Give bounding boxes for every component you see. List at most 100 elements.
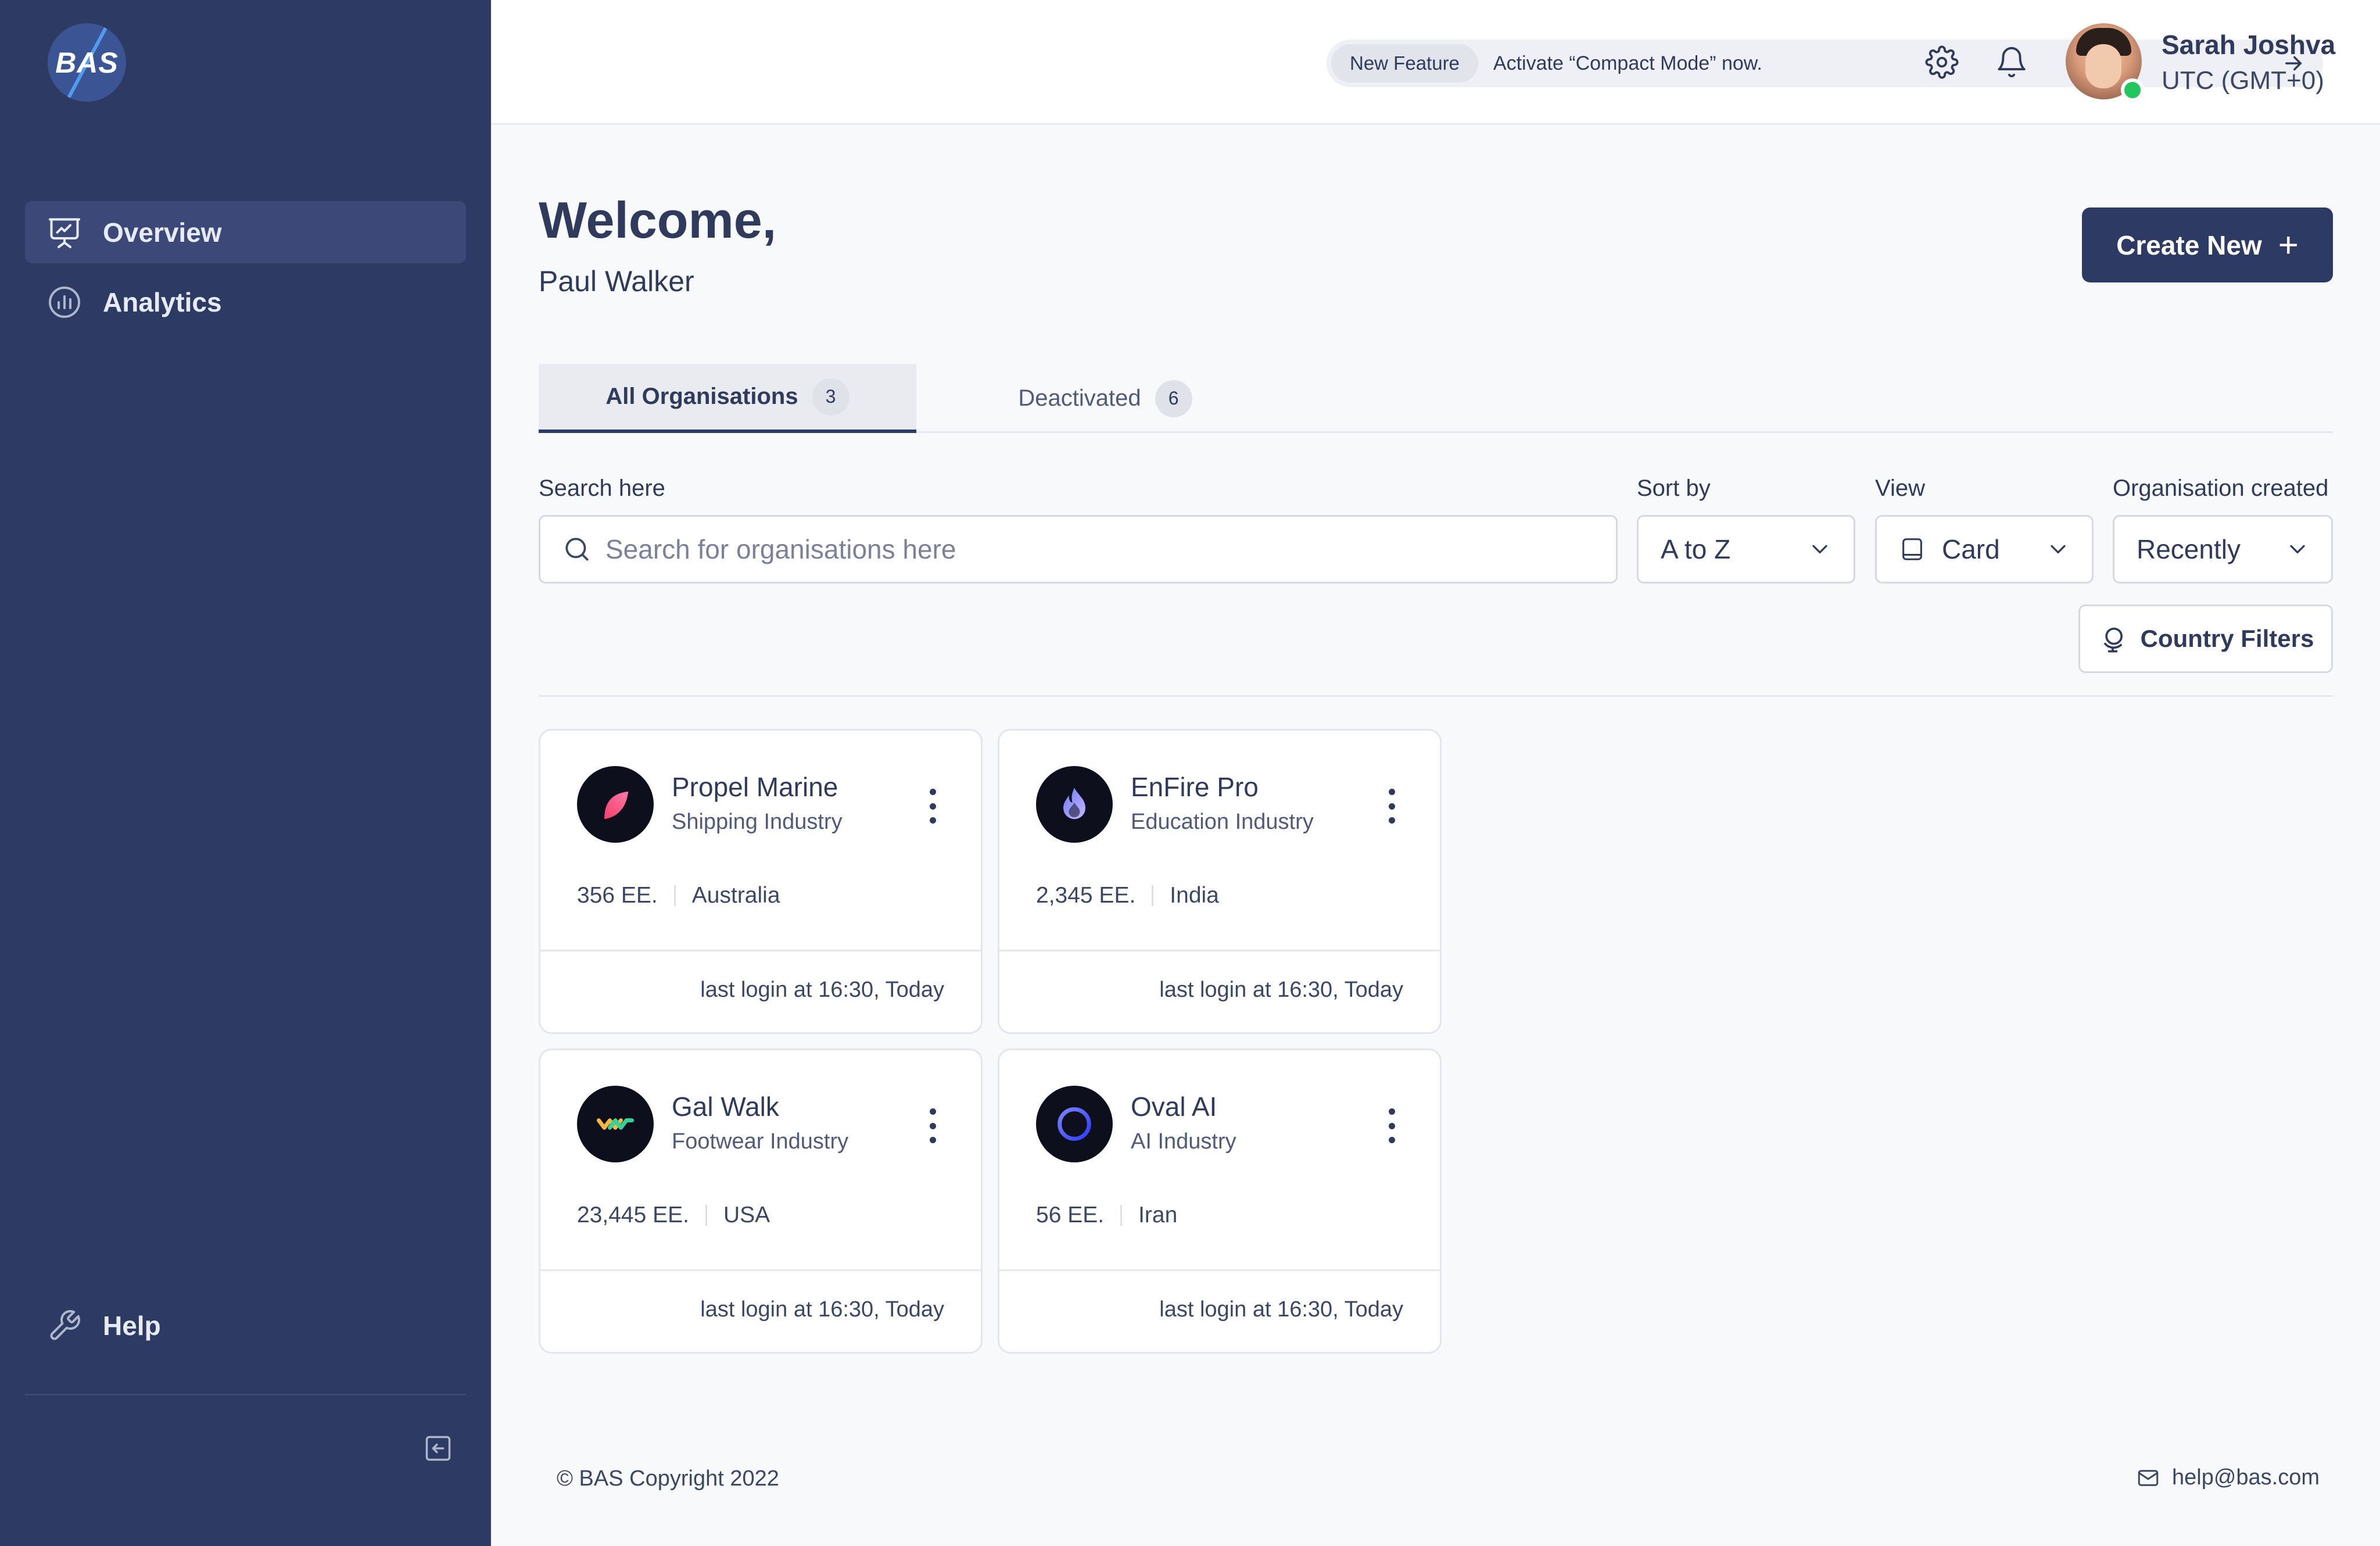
copyright-text: © BAS Copyright 2022: [557, 1466, 779, 1491]
organisation-name: Gal Walk: [672, 1091, 779, 1122]
sidebar-item-overview[interactable]: Overview: [25, 201, 466, 263]
organisation-meta: 2,345 EE. India: [1036, 883, 1219, 908]
bell-icon[interactable]: [1995, 45, 2028, 79]
tab-count-badge: 6: [1155, 380, 1192, 417]
employee-count: 56 EE.: [1036, 1203, 1105, 1228]
organisation-industry: Footwear Industry: [672, 1129, 849, 1154]
view-label: View: [1875, 475, 1925, 501]
plus-icon: +: [2278, 225, 2299, 264]
meta-separator: [705, 1205, 707, 1226]
collapse-sidebar-icon[interactable]: [422, 1433, 454, 1464]
search-icon: [565, 538, 589, 561]
tab-label: All Organisations: [605, 384, 798, 409]
organisation-industry: Shipping Industry: [672, 810, 843, 834]
new-feature-badge: New Feature: [1331, 44, 1478, 83]
organisation-card[interactable]: Gal Walk Footwear Industry 23,445 EE. US…: [539, 1048, 983, 1354]
sidebar-item-analytics[interactable]: Analytics: [25, 271, 466, 333]
organisation-industry: Education Industry: [1131, 810, 1314, 834]
more-options-icon[interactable]: [924, 789, 941, 824]
sidebar-item-label: Help: [103, 1310, 161, 1341]
bas-logo[interactable]: BAS: [48, 23, 126, 102]
sidebar: BAS Overview Analytics Help: [0, 0, 491, 1546]
propel-marine-logo: [577, 766, 654, 843]
last-login: last login at 16:30, Today: [700, 1297, 944, 1322]
user-name: Sarah Joshva: [2162, 30, 2336, 60]
chevron-down-icon: [1807, 536, 1833, 562]
online-status-dot: [2121, 78, 2144, 102]
chart-circle-icon: [46, 284, 83, 321]
globe-icon: [2103, 627, 2123, 653]
wrench-icon: [46, 1307, 83, 1344]
organisation-meta: 356 EE. Australia: [577, 883, 780, 908]
organisation-card[interactable]: EnFire Pro Education Industry 2,345 EE. …: [998, 729, 1442, 1034]
view-select[interactable]: Card: [1875, 515, 2094, 584]
logo-text: BAS: [55, 46, 119, 79]
organisation-card[interactable]: Oval AI AI Industry 56 EE. Iran last log…: [998, 1048, 1442, 1354]
new-feature-text: Activate “Compact Mode” now.: [1493, 52, 1762, 74]
chevron-down-icon: [2285, 536, 2310, 562]
mail-icon: [2138, 1469, 2159, 1486]
filters-divider: [539, 695, 2333, 697]
enfire-pro-logo: [1036, 766, 1113, 843]
organisation-meta: 23,445 EE. USA: [577, 1203, 770, 1228]
meta-separator: [673, 885, 676, 906]
card-divider: [999, 1269, 1440, 1271]
meta-separator: [1152, 885, 1154, 906]
avatar-face: [2085, 44, 2121, 88]
search-label: Search here: [539, 475, 665, 501]
organisation-country: Iran: [1138, 1203, 1178, 1228]
presentation-board-icon: [46, 214, 83, 251]
tab-deactivated[interactable]: Deactivated 6: [916, 364, 1294, 433]
organisation-meta: 56 EE. Iran: [1036, 1203, 1177, 1228]
search-input[interactable]: Search for organisations here: [539, 515, 1618, 584]
organisation-country: Australia: [691, 883, 780, 908]
organisation-country: India: [1170, 883, 1219, 908]
more-options-icon[interactable]: [1383, 1108, 1400, 1143]
page-title: Welcome,: [539, 191, 777, 249]
organisation-created-value: Recently: [2137, 534, 2241, 564]
search-placeholder: Search for organisations here: [605, 534, 956, 564]
more-options-icon[interactable]: [924, 1108, 941, 1143]
sidebar-item-label: Overview: [103, 217, 222, 248]
sort-value: A to Z: [1661, 534, 1731, 564]
welcome-user-name: Paul Walker: [539, 265, 694, 298]
gal-walk-logo: [577, 1086, 654, 1162]
more-options-icon[interactable]: [1383, 789, 1400, 824]
sidebar-item-help[interactable]: Help: [25, 1294, 466, 1357]
top-header: New Feature Activate “Compact Mode” now.: [491, 0, 2380, 125]
organisation-created-select[interactable]: Recently: [2113, 515, 2333, 584]
employee-count: 23,445 EE.: [577, 1203, 689, 1228]
view-value: Card: [1942, 534, 2000, 564]
sort-label: Sort by: [1637, 475, 1711, 501]
help-email: help@bas.com: [2172, 1465, 2320, 1490]
sort-select[interactable]: A to Z: [1637, 515, 1855, 584]
last-login: last login at 16:30, Today: [1159, 1297, 1403, 1322]
user-timezone: UTC (GMT+0): [2162, 66, 2324, 95]
last-login: last login at 16:30, Today: [700, 978, 944, 1002]
organisation-created-label: Organisation created: [2113, 475, 2329, 501]
tab-count-badge: 3: [812, 378, 850, 416]
country-filters-button[interactable]: Country Filters: [2078, 604, 2333, 673]
card-view-icon: [1902, 538, 1922, 560]
card-divider: [999, 950, 1440, 951]
organisation-card[interactable]: Propel Marine Shipping Industry 356 EE. …: [539, 729, 983, 1034]
last-login: last login at 16:30, Today: [1159, 978, 1403, 1002]
sidebar-divider: [25, 1394, 466, 1395]
country-filters-label: Country Filters: [2140, 625, 2314, 652]
organisation-name: Propel Marine: [672, 772, 838, 802]
employee-count: 2,345 EE.: [1036, 883, 1136, 908]
create-new-button[interactable]: Create New +: [2082, 207, 2333, 282]
organisation-name: EnFire Pro: [1131, 772, 1259, 802]
meta-separator: [1120, 1205, 1123, 1226]
sidebar-item-label: Analytics: [103, 287, 222, 317]
card-divider: [540, 950, 981, 951]
card-divider: [540, 1269, 981, 1271]
help-email-link[interactable]: help@bas.com: [2136, 1465, 2320, 1490]
oval-ai-logo: [1036, 1086, 1113, 1162]
tab-all-organisations[interactable]: All Organisations 3: [539, 364, 916, 433]
employee-count: 356 EE.: [577, 883, 658, 908]
create-new-label: Create New: [2116, 230, 2262, 260]
chevron-down-icon: [2045, 536, 2071, 562]
tab-label: Deactivated: [1018, 385, 1141, 411]
